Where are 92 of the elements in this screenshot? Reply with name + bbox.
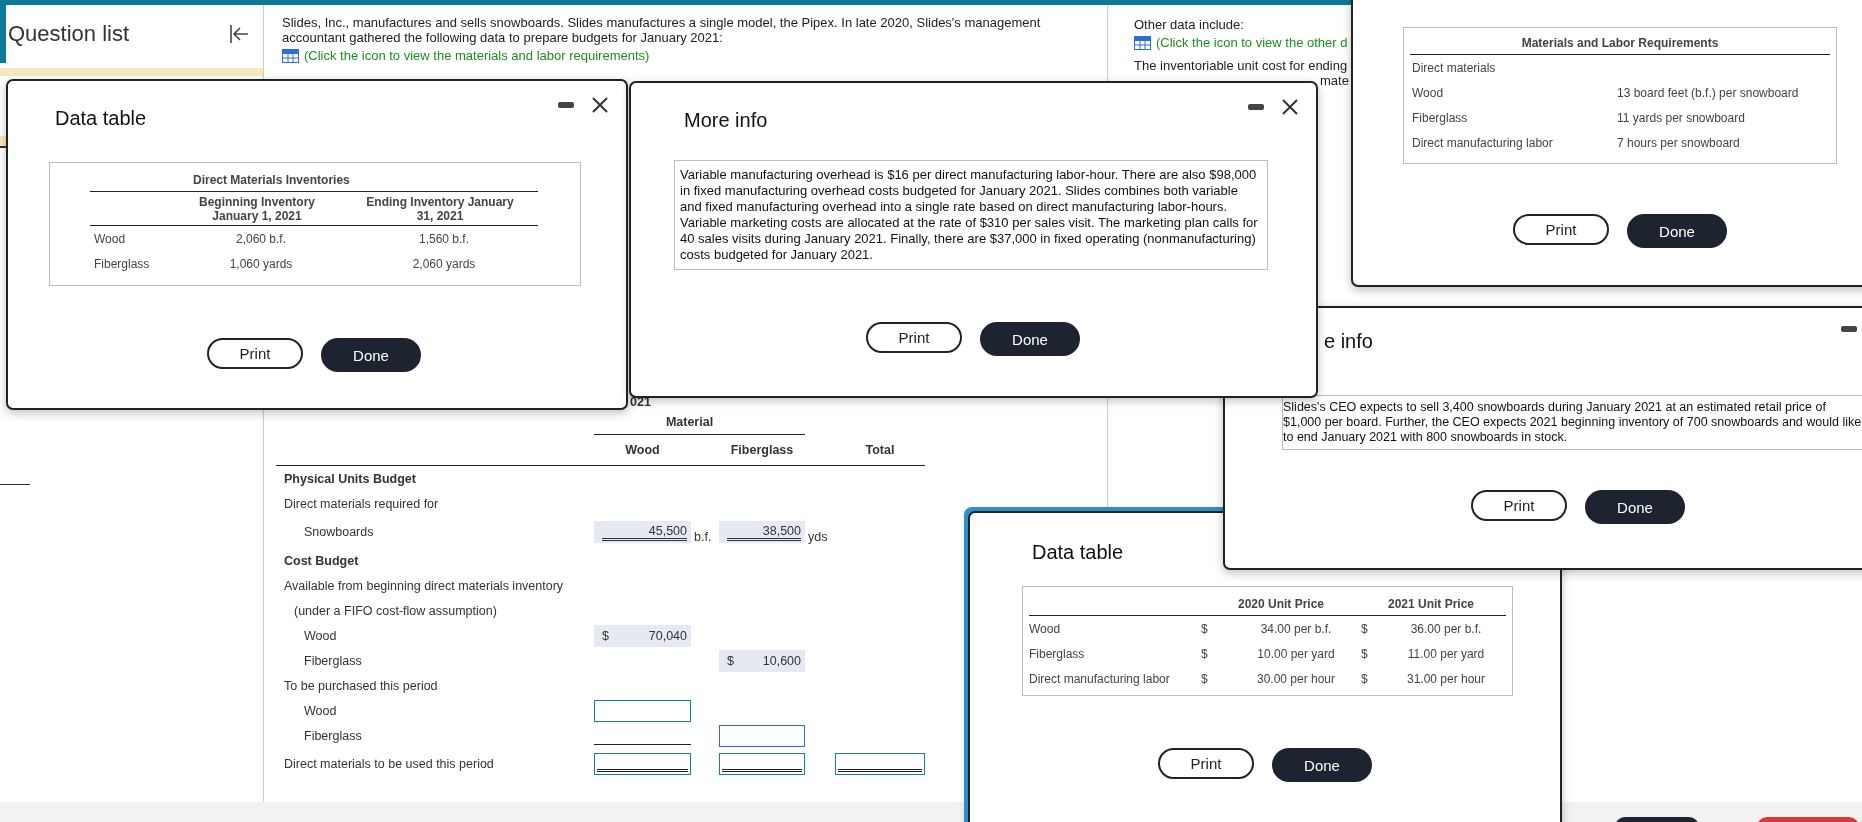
table-title: Materials and Labor Requirements — [1410, 36, 1830, 55]
column-group-header: Material — [594, 415, 805, 435]
amount-cell: 38,500 — [719, 521, 805, 543]
row-label: Wood — [1412, 85, 1445, 100]
currency-sign: $ — [1361, 671, 1369, 686]
problem-text: Slides, Inc., manufactures and sells snowboards. Slides manufactures a single model, the Pipex. In late 2020, Slides's management accountant gathered the following data to prepare budgets for January 2021: — [282, 15, 1042, 45]
row-label: Wood — [1029, 621, 1062, 636]
row-label: Fiberglass — [1412, 110, 1469, 125]
table-cell-text: 2,060 yards — [411, 256, 477, 271]
table-cell: 13 board feet (b.f.) per snowboard — [1617, 85, 1799, 100]
info-text: Variable manufacturing overhead is $16 per direct manufacturing labor-hour. There are also $98,000 in fixed manufacturing overhead costs budgeted for January 2021. Slides combines both variable and fixed manufacturing overhead into a single rate based on direct manufacturing labor-hours. Variable marketing costs are allocated at the rate of $310 per sales visit. The marketing plan calls for 40 sales visits during January 2021. Finally, there are $37,000 in fixed operating (nonmanufacturing) costs budgeted for January 2021. — [674, 160, 1268, 270]
column-header: Beginning Inventory January 1, 2021 — [198, 195, 316, 223]
close-icon[interactable] — [1282, 99, 1298, 115]
row-label: Available from beginning direct materials inventory — [283, 578, 565, 593]
minimize-icon[interactable] — [1841, 326, 1857, 332]
currency-sign: $ — [1361, 621, 1369, 636]
table-icon[interactable] — [282, 48, 299, 63]
print-button[interactable]: Print — [866, 322, 962, 353]
input-field[interactable] — [719, 753, 805, 775]
row-label: (under a FIFO cost-flow assumption) — [293, 603, 498, 618]
row-label: Direct materials to be used this period — [283, 757, 495, 771]
amount-cell: 45,500 — [594, 521, 691, 543]
row-label: Wood — [94, 231, 127, 246]
dialog-title: Data table — [55, 107, 148, 130]
table-cell-text: 10.00 per yard — [1256, 646, 1336, 661]
minimize-icon[interactable] — [1248, 104, 1264, 110]
print-button[interactable]: Print — [1513, 214, 1609, 245]
done-button[interactable]: Done — [1272, 748, 1372, 782]
table-cell-text: 1,060 yards — [228, 256, 294, 271]
row-label: Cost Budget — [283, 553, 360, 568]
currency-sign: $ — [1201, 671, 1209, 686]
input-field[interactable] — [594, 699, 691, 722]
table-cell-text: 11.00 per yard — [1406, 646, 1486, 661]
column-header: Ending Inventory January 31, 2021 — [365, 195, 515, 223]
done-button[interactable]: Done — [321, 338, 421, 372]
unit-label: yds — [807, 530, 829, 546]
input-field[interactable] — [719, 724, 805, 747]
dialog-title: More info — [684, 109, 769, 132]
section-label: Direct materials — [1411, 59, 1497, 77]
row-label: Physical Units Budget — [283, 471, 417, 486]
done-button[interactable]: Done — [980, 322, 1080, 356]
print-button[interactable]: Print — [207, 338, 303, 369]
column-header: Total — [864, 443, 896, 457]
done-button[interactable]: Done — [1627, 214, 1727, 248]
print-button[interactable]: Print — [1158, 748, 1254, 779]
info-text: Slides's CEO expects to sell 3,400 snowboards during January 2021 at an estimated retail price of $1,000 per board. Further, the CEO expects 2021 beginning inventory of 700 snowboards and would like to end January 2021 with 800 snowboards in stock. — [1282, 395, 1862, 450]
table-title: Direct Materials Inventories — [90, 171, 538, 192]
amount-cell: $ 10,600 — [719, 649, 805, 672]
amount-cell: $ 70,040 — [594, 624, 691, 647]
question-text: The inventoriable unit cost for ending — [1134, 58, 1348, 73]
row-label: Fiberglass — [94, 256, 151, 271]
row-label: Wood — [303, 628, 338, 643]
requirements-link[interactable]: (Click the icon to view the materials and labor requirements) — [304, 48, 650, 63]
unit-label: b.f. — [693, 530, 713, 546]
table-cell-text: 34.00 per b.f. — [1259, 621, 1333, 636]
question-text: mate — [1319, 73, 1349, 88]
row-label: Snowboards — [303, 525, 375, 539]
column-header: Wood — [624, 443, 661, 457]
table-cell-text: 1,560 b.f. — [417, 231, 470, 246]
other-data-heading: Other data include: — [1134, 17, 1245, 32]
column-header: Fiberglass — [729, 443, 795, 457]
sidebar-title: Question list — [8, 21, 131, 47]
close-icon[interactable] — [592, 97, 608, 113]
table-cell-text: 30.00 per hour — [1255, 671, 1337, 686]
input-field[interactable] — [594, 753, 691, 775]
table-cell: 7 hours per snowboard — [1617, 135, 1740, 150]
minimize-icon[interactable] — [558, 102, 574, 108]
currency-sign: $ — [1201, 646, 1209, 661]
row-label: Wood — [303, 703, 338, 718]
dialog-title: Data table — [1032, 541, 1125, 564]
currency-sign: $ — [1361, 646, 1369, 661]
collapse-icon[interactable] — [229, 24, 249, 44]
table-cell: 11 yards per snowboard — [1617, 110, 1745, 125]
row-label: Fiberglass — [1029, 646, 1086, 661]
table-cell-text: 2,060 b.f. — [234, 231, 287, 246]
print-button[interactable]: Print — [1471, 490, 1567, 521]
column-header: 2021 Unit Price — [1386, 597, 1475, 611]
row-label: Fiberglass — [303, 728, 363, 743]
row-label: Fiberglass — [303, 653, 363, 668]
row-label: Direct materials required for — [283, 496, 440, 511]
other-data-link[interactable]: (Click the icon to view the other d — [1156, 35, 1348, 50]
row-label: To be purchased this period — [283, 678, 439, 693]
dialog-title: e info — [1324, 330, 1374, 353]
currency-sign: $ — [1201, 621, 1209, 636]
done-button[interactable]: Done — [1585, 490, 1685, 524]
input-field[interactable] — [835, 753, 925, 775]
table-icon[interactable] — [1134, 35, 1151, 50]
row-label: Direct manufacturing labor — [1029, 671, 1171, 686]
column-header: 2020 Unit Price — [1236, 597, 1325, 611]
row-label: Direct manufacturing labor — [1412, 135, 1554, 150]
table-cell-text: 36.00 per b.f. — [1409, 621, 1483, 636]
table-cell-text: 31.00 per hour — [1405, 671, 1487, 686]
